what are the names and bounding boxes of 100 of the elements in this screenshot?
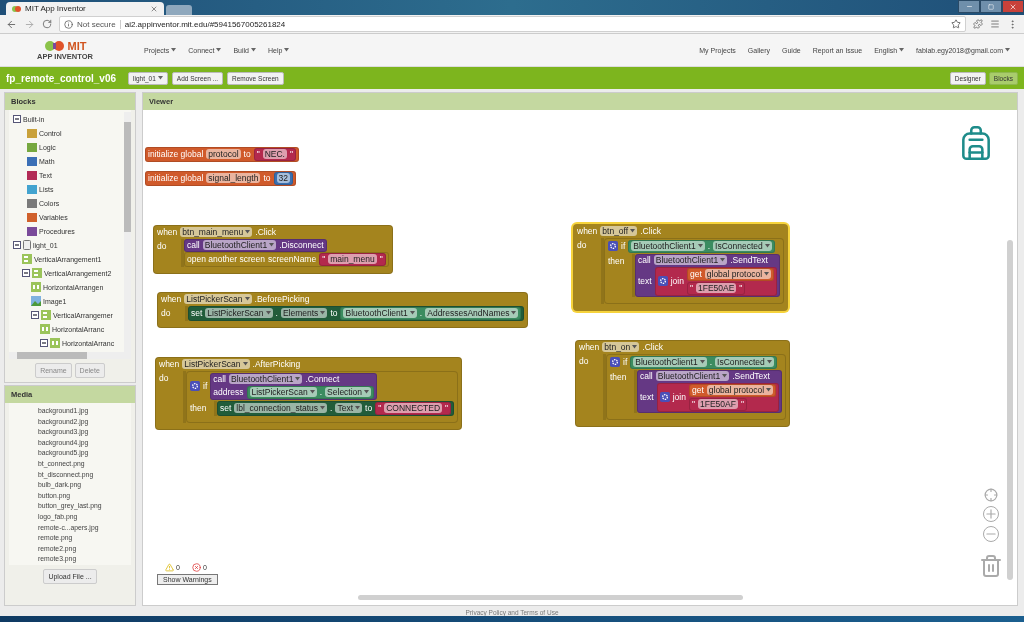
block-field[interactable]: Elements [280, 308, 328, 318]
maximize-button[interactable] [980, 0, 1002, 13]
collapse-icon[interactable] [22, 269, 30, 277]
getter-block[interactable]: BluetoothClient1 . IsConnected [630, 355, 777, 369]
block-field[interactable]: IsConnected [715, 357, 774, 367]
event-block[interactable]: when btn_main_menu .Click do call BluetoothClient1 .Disconnect open another screen screenName " main_menu " [153, 224, 393, 274]
block-label: call [213, 374, 226, 384]
getter-block[interactable]: BluetoothClient1 . AddressesAndNames [340, 306, 522, 320]
block-label: " [739, 283, 743, 293]
gear-icon[interactable] [610, 357, 620, 367]
event-block[interactable]: when btn_off .Click do if BluetoothClient1 . IsConnected then call BluetoothClient1 .SendText text join get global protocol " 1FE50AE " [573, 223, 789, 311]
block-field[interactable]: signal_length [206, 173, 261, 183]
block-field[interactable]: 1FE50AF [697, 399, 738, 409]
text-block[interactable]: " main_menu " [319, 252, 386, 266]
block-field[interactable]: BluetoothClient1 [229, 374, 303, 384]
star-icon[interactable] [951, 19, 961, 29]
scrollbar[interactable] [9, 352, 131, 359]
block-field[interactable]: global protocol [706, 385, 774, 395]
block-field[interactable]: btn_on [602, 342, 640, 352]
center-icon[interactable] [984, 488, 998, 502]
block-label: do [579, 354, 590, 366]
variable-block[interactable]: get global protocol [686, 267, 775, 281]
event-block[interactable]: when btn_on .Click do if BluetoothClient1 . IsConnected then call BluetoothClient1 .SendText text join get global protocol " 1FE50AF " [575, 339, 791, 427]
block-field[interactable]: BluetoothClient1 [655, 371, 730, 381]
setter-block[interactable]: set lbl_connection_status . Text to " CONNECTED " [217, 400, 455, 416]
block-label: if [623, 357, 628, 367]
caret-icon [171, 48, 177, 52]
block-field[interactable]: ListPickerScan [205, 308, 273, 318]
block-field[interactable]: btn_off [600, 226, 638, 236]
trash-icon[interactable] [979, 554, 1003, 578]
block-field[interactable]: AddressesAndNames [425, 308, 519, 318]
block-field[interactable]: NEC. [262, 149, 287, 159]
block-field[interactable]: lbl_connection_status [234, 403, 328, 413]
variable-block[interactable]: initialize global protocol to " NEC. " [145, 146, 299, 162]
block-label: then [608, 254, 626, 266]
method-block[interactable]: call BluetoothClient1 .SendText text join get global protocol " 1FE50AE " [635, 253, 781, 297]
block-label: set [220, 403, 232, 413]
collapse-icon[interactable] [40, 339, 48, 347]
block-label: . [709, 357, 712, 367]
block-field[interactable]: btn_main_menu [180, 227, 253, 237]
text-block[interactable]: " NEC. " [253, 147, 296, 161]
warning-icon [165, 563, 174, 572]
reload-icon[interactable] [42, 19, 52, 29]
block-field[interactable]: Text [335, 403, 363, 413]
browser-tab[interactable]: MIT App Inventor [6, 2, 164, 15]
gear-icon[interactable] [190, 381, 200, 391]
gear-icon[interactable] [659, 392, 670, 402]
block-field[interactable]: BluetoothClient1 [343, 308, 417, 318]
close-button[interactable] [1002, 0, 1024, 13]
scrollbar[interactable] [1007, 240, 1013, 580]
text-block[interactable]: join get global protocol " 1FE50AE " [654, 266, 778, 296]
collapse-icon[interactable] [13, 241, 21, 249]
setter-block[interactable]: set ListPickerScan . Elements to BluetoothClient1 . AddressesAndNames [188, 305, 525, 321]
logo-title: MIT [67, 39, 87, 52]
if-block[interactable]: if call BluetoothClient1 .Connect address ListPickerScan . Selection then set lbl_connection_status . Text to " CONNECTED " [186, 370, 459, 423]
address-field[interactable]: Not secure ai2.appinventor.mit.edu/#5941567005261824 [59, 16, 966, 32]
block-field[interactable]: BluetoothClient1 [653, 255, 728, 265]
gear-icon[interactable] [608, 241, 618, 251]
block-field[interactable]: IsConnected [713, 241, 772, 251]
scrollbar[interactable] [124, 112, 131, 352]
back-icon[interactable] [6, 18, 17, 30]
block-field[interactable]: ListPickerScan [249, 387, 317, 397]
block-field[interactable]: ListPickerScan [182, 359, 250, 369]
method-block[interactable]: call BluetoothClient1 .SendText text join get global protocol " 1FE50AF " [637, 369, 783, 413]
block-field[interactable]: 1FE50AE [695, 283, 737, 293]
scrollbar[interactable] [358, 595, 743, 600]
gear-icon[interactable] [657, 276, 668, 286]
getter-block[interactable]: ListPickerScan . Selection [246, 385, 375, 399]
collapse-icon[interactable] [31, 311, 39, 319]
block-field[interactable]: BluetoothClient1 [631, 241, 705, 251]
block-field[interactable]: protocol [206, 149, 241, 159]
block-label: call [638, 255, 651, 265]
caret-icon [764, 244, 770, 248]
extension-icon[interactable] [973, 19, 983, 29]
text-block[interactable]: join get global protocol " 1FE50AF " [656, 382, 780, 412]
event-block[interactable]: when ListPickerScan .BeforePicking do set ListPickerScan . Elements to BluetoothClient1 . AddressesAndNames [157, 291, 529, 328]
control-block[interactable]: open another screen screenName " main_menu " [184, 251, 389, 267]
if-block[interactable]: if BluetoothClient1 . IsConnected then call BluetoothClient1 .SendText text join get global protocol " 1FE50AE " [604, 237, 785, 304]
method-block[interactable]: call BluetoothClient1 .Disconnect [184, 238, 327, 252]
close-icon[interactable] [150, 4, 158, 13]
variable-block[interactable]: initialize global signal_length to 32 [145, 170, 296, 186]
caret-icon [242, 362, 248, 366]
text-block[interactable]: " 1FE50AE " [686, 281, 746, 295]
getter-block[interactable]: BluetoothClient1 . IsConnected [628, 239, 775, 253]
collapse-icon[interactable] [13, 115, 21, 123]
if-block[interactable]: if BluetoothClient1 . IsConnected then call BluetoothClient1 .SendText text join get global protocol " 1FE50AF " [606, 353, 787, 420]
text-block[interactable]: " 1FE50AF " [688, 397, 747, 411]
blocks-canvas[interactable] [143, 110, 1017, 605]
block-field[interactable]: BluetoothClient1 [202, 240, 277, 250]
block-field[interactable]: BluetoothClient1 [633, 357, 707, 367]
minimize-button[interactable] [958, 0, 980, 13]
zoom-in-icon[interactable] [983, 506, 999, 522]
block-field[interactable]: global protocol [704, 269, 772, 279]
block-field[interactable]: Selection [325, 387, 372, 397]
event-block[interactable]: when ListPickerScan .AfterPicking do if call BluetoothClient1 .Connect address ListPickerScan . Selection then set lbl_connection_status . Text to " CONNECTED " [155, 356, 463, 430]
variable-block[interactable]: get global protocol [688, 383, 777, 397]
text-block[interactable]: " CONNECTED " [375, 401, 452, 415]
block-field[interactable]: ListPickerScan [184, 294, 252, 304]
block-field[interactable]: main_menu [328, 254, 377, 264]
block-field[interactable]: CONNECTED [384, 403, 443, 413]
